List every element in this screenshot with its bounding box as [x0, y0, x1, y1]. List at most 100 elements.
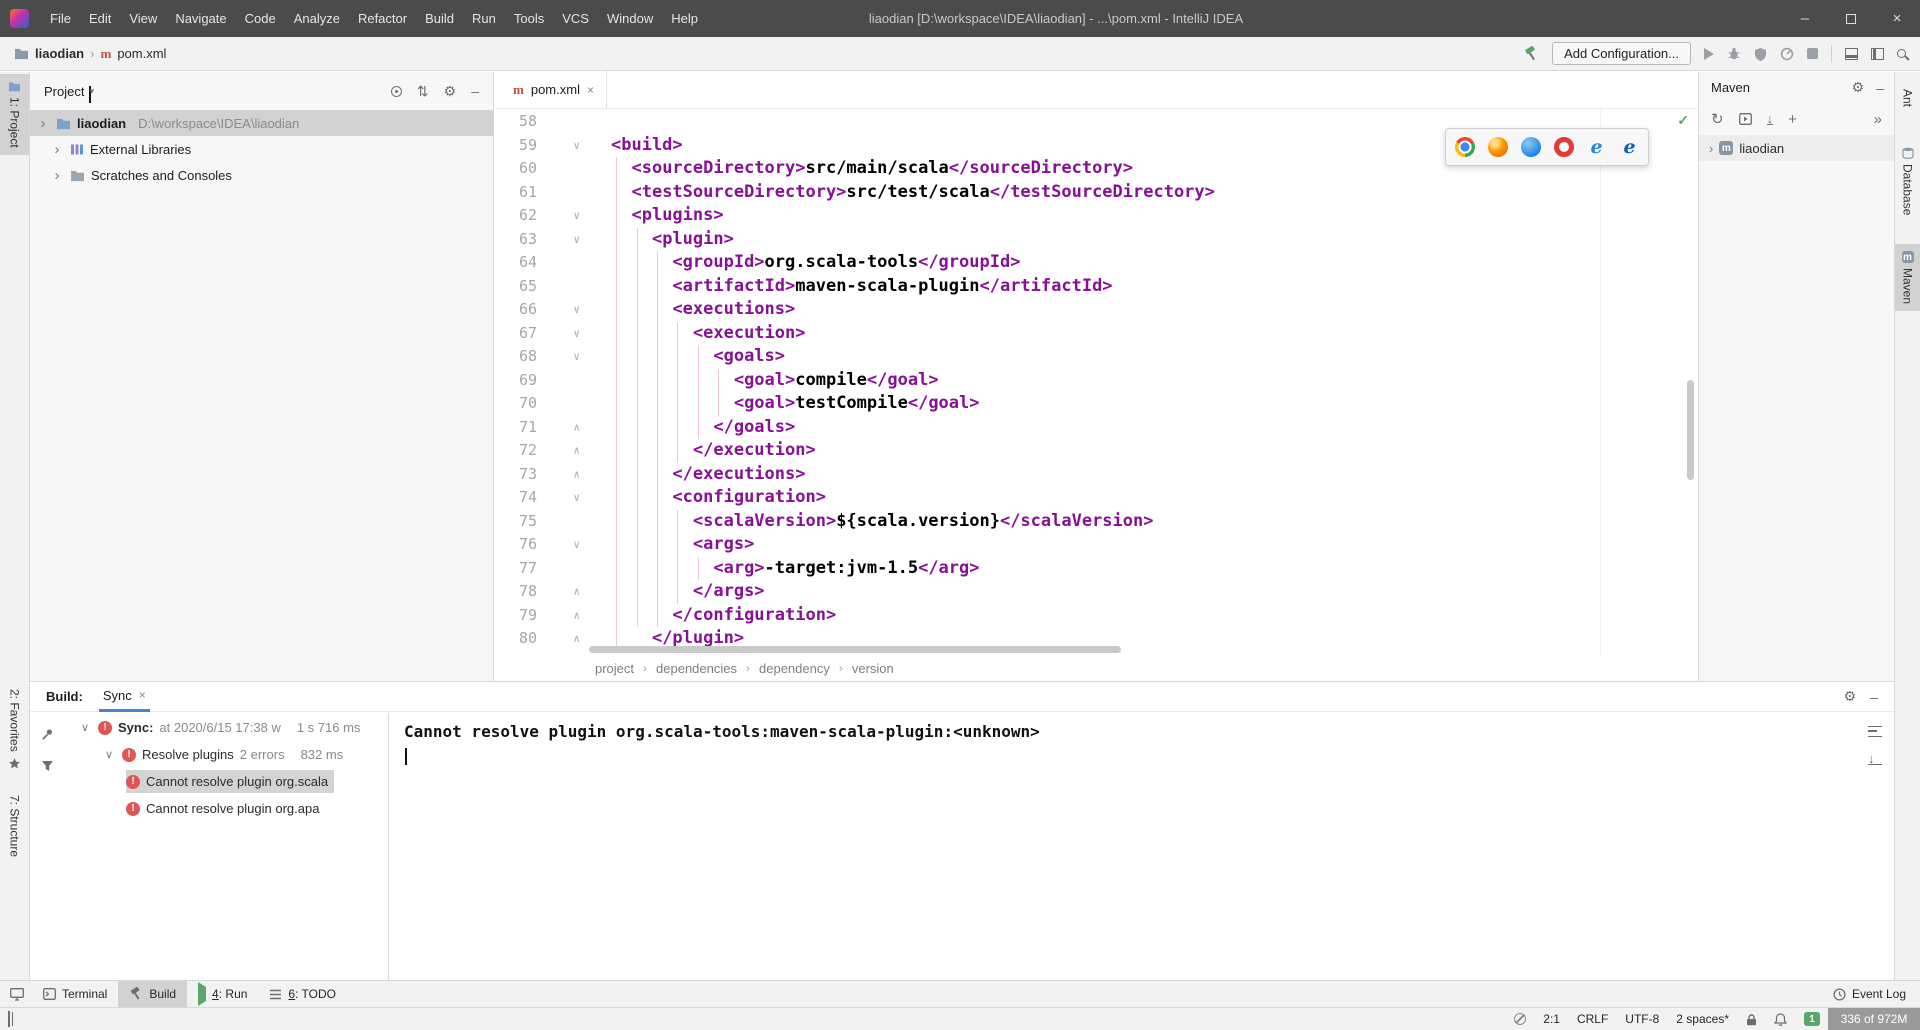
line-number[interactable]: 65 [495, 275, 537, 299]
chrome-browser-icon[interactable] [1454, 137, 1475, 157]
chevron-right-icon[interactable]: › [50, 167, 64, 184]
breadcrumb-item[interactable]: dependencies [656, 661, 737, 676]
code-line[interactable]: 63 ∨ <plugin> [495, 228, 1697, 252]
line-separator[interactable]: CRLF [1577, 1012, 1608, 1026]
line-number[interactable]: 59 [495, 134, 537, 158]
more-actions-icon[interactable]: » [1874, 111, 1882, 128]
line-number[interactable]: 80 [495, 627, 537, 651]
fold-region-start-icon[interactable]: ∨ [537, 228, 589, 252]
fold-region-start-icon[interactable]: ∨ [537, 322, 589, 346]
stop-button[interactable] [1807, 48, 1818, 59]
line-number[interactable]: 70 [495, 392, 537, 416]
locate-file-icon[interactable] [390, 85, 402, 97]
menu-navigate[interactable]: Navigate [166, 0, 235, 37]
project-tree-item[interactable]: › liaodian D:\workspace\IDEA\liaodian [30, 110, 493, 136]
debug-button[interactable] [1727, 46, 1741, 61]
code-line[interactable]: 76 ∨ <args> [495, 533, 1697, 557]
fold-region-end-icon[interactable]: ∧ [537, 604, 589, 628]
chevron-down-icon[interactable]: ∨ [102, 748, 116, 761]
toolwindow-button-terminal[interactable]: Terminal [32, 981, 118, 1007]
build-hammer-icon[interactable] [1523, 45, 1539, 62]
inspections-ok-icon[interactable]: ✓ [1677, 112, 1689, 129]
line-number[interactable]: 63 [495, 228, 537, 252]
toolwindow-tab-favorites[interactable]: 2: Favorites [0, 682, 29, 777]
chevron-right-icon[interactable]: › [1709, 141, 1713, 156]
vertical-scrollbar[interactable] [1687, 380, 1694, 480]
breadcrumb-project[interactable]: liaodian [35, 46, 84, 61]
line-number[interactable]: 77 [495, 557, 537, 581]
fold-region-start-icon[interactable]: ∨ [537, 134, 589, 158]
menu-code[interactable]: Code [236, 0, 285, 37]
add-maven-project-icon[interactable]: + [1788, 111, 1797, 128]
coverage-button[interactable] [1754, 47, 1767, 61]
opera-browser-icon[interactable] [1553, 137, 1574, 157]
close-button[interactable]: × [1874, 0, 1920, 37]
project-tree-item[interactable]: › External Libraries [30, 136, 493, 162]
project-panel-title[interactable]: Project [44, 84, 84, 99]
code-editor[interactable]: 58 59 ∨ <build> 60 <sourceDirectory>src/main… [495, 110, 1697, 651]
code-line[interactable]: 69 <goal>compile</goal> [495, 369, 1697, 393]
hide-panel-icon[interactable]: – [1876, 80, 1884, 96]
caret-position[interactable]: 2:1 [1543, 1012, 1560, 1026]
build-tree-item[interactable]: ∨! Sync: at 2020/6/15 17:38 w 1 s 716 ms [64, 714, 388, 741]
fold-region-end-icon[interactable]: ∧ [537, 580, 589, 604]
line-number[interactable]: 76 [495, 533, 537, 557]
build-console[interactable]: Cannot resolve plugin org.scala-tools:ma… [404, 722, 1848, 765]
code-line[interactable]: 64 <groupId>org.scala-tools</groupId> [495, 251, 1697, 275]
globe-browser-icon[interactable] [1520, 137, 1541, 157]
menu-refactor[interactable]: Refactor [349, 0, 416, 37]
lock-icon[interactable] [1746, 1013, 1757, 1026]
code-line[interactable]: 78 ∧ </args> [495, 580, 1697, 604]
code-line[interactable]: 72 ∧ </execution> [495, 439, 1697, 463]
highlighting-level-icon[interactable] [1514, 1013, 1527, 1025]
soft-wrap-icon[interactable] [1868, 726, 1882, 737]
editor-tab-pom[interactable]: m pom.xml × [501, 71, 607, 108]
breadcrumb-file[interactable]: pom.xml [117, 46, 166, 61]
layout-bottom-icon[interactable] [1845, 47, 1858, 60]
build-tab-sync[interactable]: Sync × [98, 682, 150, 712]
line-number[interactable]: 75 [495, 510, 537, 534]
fold-region-start-icon[interactable]: ∨ [537, 345, 589, 369]
menu-tools[interactable]: Tools [505, 0, 553, 37]
close-tab-icon[interactable]: × [139, 688, 146, 702]
code-line[interactable]: 61 <testSourceDirectory>src/test/scala</… [495, 181, 1697, 205]
breadcrumb-item[interactable]: project [595, 661, 634, 676]
code-line[interactable]: 79 ∧ </configuration> [495, 604, 1697, 628]
line-number[interactable]: 74 [495, 486, 537, 510]
run-maven-goal-icon[interactable] [1738, 113, 1752, 125]
download-sources-icon[interactable]: ↓ [1766, 112, 1774, 125]
horizontal-scrollbar[interactable] [589, 646, 1121, 653]
line-number[interactable]: 78 [495, 580, 537, 604]
hide-panel-icon[interactable]: – [1870, 689, 1878, 705]
search-everywhere-icon[interactable] [1897, 49, 1906, 58]
breadcrumb-item[interactable]: version [852, 661, 894, 676]
build-tree-item[interactable]: ! Cannot resolve plugin org.scala [64, 768, 388, 795]
toolwindow-tab-structure[interactable]: 7: Structure [0, 788, 29, 864]
toolwindow-tab-ant[interactable]: Ant [1895, 82, 1920, 114]
chevron-right-icon[interactable]: › [50, 141, 64, 158]
memory-indicator[interactable]: 336 of 972M [1828, 1008, 1920, 1030]
line-number[interactable]: 58 [495, 110, 537, 134]
menu-view[interactable]: View [120, 0, 166, 37]
toolwindow-tab-maven[interactable]: m Maven [1895, 244, 1920, 312]
menu-help[interactable]: Help [662, 0, 707, 37]
layout-left-icon[interactable] [1871, 47, 1884, 60]
settings-gear-icon[interactable]: ⚙ [1852, 79, 1865, 96]
scroll-to-end-icon[interactable]: ↓ [1868, 752, 1882, 765]
ie-browser-icon[interactable]: e [1587, 136, 1607, 158]
menu-file[interactable]: File [41, 0, 80, 37]
monitor-icon[interactable] [10, 987, 24, 1001]
fold-region-end-icon[interactable]: ∧ [537, 627, 589, 651]
code-line[interactable]: 66 ∨ <executions> [495, 298, 1697, 322]
pin-icon[interactable] [40, 727, 55, 742]
menu-window[interactable]: Window [598, 0, 662, 37]
line-number[interactable]: 68 [495, 345, 537, 369]
splitter[interactable] [388, 713, 389, 980]
filter-icon[interactable] [41, 760, 54, 772]
fold-region-start-icon[interactable]: ∨ [537, 533, 589, 557]
line-number[interactable]: 61 [495, 181, 537, 205]
maximize-button[interactable] [1828, 0, 1874, 37]
fold-region-end-icon[interactable]: ∧ [537, 439, 589, 463]
code-line[interactable]: 68 ∨ <goals> [495, 345, 1697, 369]
toolwindow-button-4-run[interactable]: 4: Run [187, 981, 258, 1007]
